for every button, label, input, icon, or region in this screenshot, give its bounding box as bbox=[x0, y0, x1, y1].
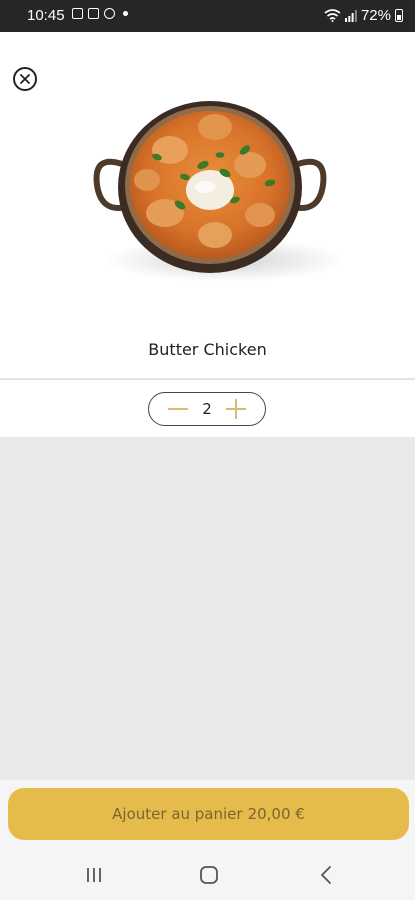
status-time: 10:45 bbox=[27, 7, 65, 24]
wifi-icon bbox=[324, 9, 341, 22]
notification-icons bbox=[72, 8, 128, 19]
back-icon bbox=[321, 866, 331, 884]
back-button[interactable] bbox=[313, 862, 339, 888]
sync-notification-icon bbox=[104, 8, 115, 19]
recent-apps-button[interactable] bbox=[81, 862, 107, 888]
close-icon bbox=[20, 74, 30, 84]
increase-button[interactable] bbox=[225, 398, 247, 420]
system-navigation-bar bbox=[0, 850, 415, 900]
add-to-cart-label: Ajouter au panier bbox=[112, 805, 243, 823]
decrease-button[interactable] bbox=[167, 398, 189, 420]
product-image bbox=[93, 101, 345, 282]
home-button[interactable] bbox=[196, 862, 222, 888]
more-notifications-icon bbox=[123, 11, 128, 16]
plus-icon bbox=[225, 399, 246, 419]
close-button[interactable] bbox=[13, 67, 37, 91]
minus-icon bbox=[168, 408, 188, 410]
home-icon bbox=[200, 866, 218, 884]
add-to-cart-button[interactable]: Ajouter au panier 20,00 € bbox=[8, 788, 409, 840]
product-name: Butter Chicken bbox=[148, 340, 267, 359]
system-icons: 72% bbox=[324, 7, 403, 24]
content-placeholder bbox=[0, 437, 415, 780]
divider bbox=[0, 378, 415, 380]
message-notification-icon bbox=[88, 8, 99, 19]
battery-icon bbox=[395, 9, 403, 22]
battery-percent: 72% bbox=[360, 7, 391, 24]
cart-price: 20,00 € bbox=[247, 805, 305, 823]
status-bar: 10:45 72% bbox=[0, 0, 415, 32]
recent-apps-icon bbox=[87, 868, 101, 882]
quantity-stepper: 2 bbox=[148, 392, 266, 426]
signal-icon bbox=[344, 9, 357, 22]
gallery-notification-icon bbox=[72, 8, 83, 19]
quantity-value: 2 bbox=[202, 400, 212, 418]
